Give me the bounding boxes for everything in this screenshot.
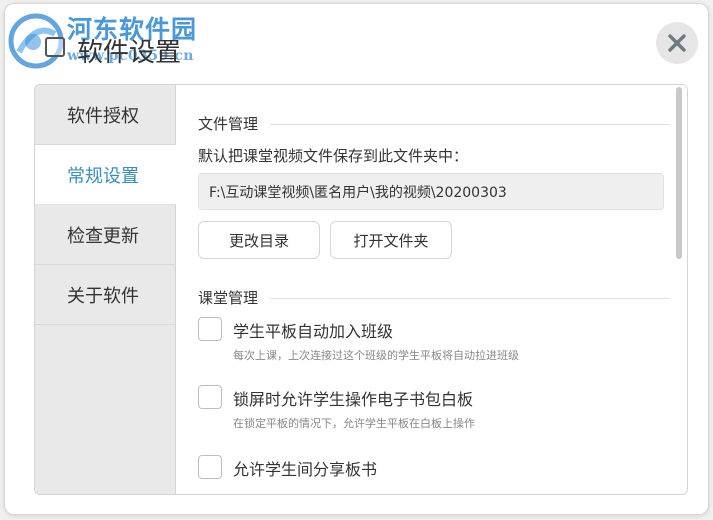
file-section-header: 文件管理 [198, 113, 670, 134]
sidebar-item-general[interactable]: 常规设置 [35, 145, 176, 205]
open-folder-button[interactable]: 打开文件夹 [330, 221, 452, 259]
save-folder-description: 默认把课堂视频文件保存到此文件夹中： [198, 147, 469, 165]
option-label: 允许学生间分享板书 [233, 460, 378, 479]
settings-panel: 软件授权 常规设置 检查更新 关于软件 文件管理 默认把课堂视频文件保存到此文件… [34, 84, 688, 495]
option-description: 每次上课，上次连接过这个班级的学生平板将自动拉进班级 [233, 349, 519, 362]
sidebar: 软件授权 常规设置 检查更新 关于软件 [35, 85, 176, 494]
option-label: 学生平板自动加入班级 [233, 322, 394, 341]
option-auto-join: 学生平板自动加入班级 每次上课，上次连接过这个班级的学生平板将自动拉进班级 [198, 317, 648, 365]
sidebar-item-about[interactable]: 关于软件 [35, 265, 175, 325]
auto-join-checkbox[interactable] [198, 317, 222, 341]
option-description: 在锁定平板的情况下，允许学生平板在白板上操作 [233, 417, 475, 430]
sidebar-item-license[interactable]: 软件授权 [35, 85, 175, 145]
share-board-checkbox[interactable] [198, 455, 222, 479]
page-title: 软件设置 [77, 38, 182, 68]
section-divider [270, 123, 670, 125]
option-lock-whiteboard: 锁屏时允许学生操作电子书包白板 在锁定平板的情况下，允许学生平板在白板上操作 [198, 385, 648, 433]
file-section-title: 文件管理 [198, 115, 259, 133]
lock-whiteboard-checkbox[interactable] [198, 385, 222, 409]
option-share-board: 允许学生间分享板书 [198, 455, 648, 483]
app-settings-icon [45, 37, 65, 57]
close-button[interactable] [656, 22, 698, 64]
class-section-title: 课堂管理 [198, 289, 259, 307]
settings-content: 文件管理 默认把课堂视频文件保存到此文件夹中： F:\互动课堂视频\匿名用户\我… [177, 85, 673, 494]
content-scrollbar[interactable] [673, 85, 687, 494]
scrollbar-thumb[interactable] [676, 87, 682, 259]
close-icon [668, 34, 686, 52]
save-path-field: F:\互动课堂视频\匿名用户\我的视频\20200303 [198, 173, 664, 210]
change-directory-button[interactable]: 更改目录 [198, 221, 320, 259]
sidebar-item-update[interactable]: 检查更新 [35, 205, 175, 265]
section-divider [270, 297, 670, 299]
class-section-header: 课堂管理 [198, 287, 670, 308]
settings-window: 河东软件园 www.pc0359.cn 软件设置 软件授权 常规设置 检查更新 … [4, 3, 709, 515]
option-label: 锁屏时允许学生操作电子书包白板 [233, 390, 474, 409]
